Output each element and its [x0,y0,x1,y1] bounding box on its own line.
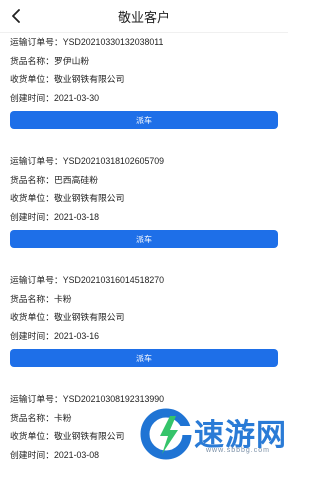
created-row: 创建时间：2021-03-16 [0,327,288,346]
order-no-value: YSD20210318102605709 [62,156,165,166]
order-no-label: 运输订单号： [10,156,63,166]
dispatch-button[interactable]: 派车 [10,349,278,367]
created-value: 2021-03-30 [54,92,99,103]
goods-value: 卡粉 [54,293,72,304]
created-value: 2021-03-16 [54,330,99,341]
action-wrap: 派车 [0,345,288,373]
goods-value: 罗伊山粉 [54,55,90,66]
goods-row: 货品名称：罗伊山粉 [0,52,288,71]
order-no-row: 运输订单号：YSD20210330132038011 [0,33,288,52]
order-card: 运输订单号：YSD20210318102605709 货品名称：巴西高硅粉 收货… [0,152,288,254]
created-value: 2021-03-08 [54,449,99,460]
goods-row: 货品名称：巴西高硅粉 [0,171,288,190]
created-label: 创建时间： [10,92,54,103]
action-wrap: 派车 [0,107,288,135]
created-row: 创建时间：2021-03-30 [0,89,288,108]
receiver-value: 敬业钢铁有限公司 [54,431,125,441]
created-label: 创建时间： [10,330,54,341]
order-no-value: YSD20210308192313990 [62,394,165,404]
receiver-value: 敬业钢铁有限公司 [54,74,125,84]
divider [0,254,288,271]
order-no-label: 运输订单号： [10,394,63,404]
goods-value: 卡粉 [54,412,72,423]
goods-label: 货品名称： [10,174,54,185]
receiver-label: 收货单位： [10,312,54,322]
goods-label: 货品名称： [10,412,54,423]
divider [0,135,288,152]
created-label: 创建时间： [10,211,54,222]
app-header: 敬业客户 [0,0,288,32]
receiver-row: 收货单位：敬业钢铁有限公司 [0,308,288,327]
receiver-row: 收货单位：敬业钢铁有限公司 [0,427,288,446]
order-no-label: 运输订单号： [10,37,63,47]
action-wrap: 派车 [0,226,288,254]
receiver-value: 敬业钢铁有限公司 [54,193,125,203]
created-value: 2021-03-18 [54,211,99,222]
order-card: 运输订单号：YSD20210330132038011 货品名称：罗伊山粉 收货单… [0,32,288,135]
receiver-label: 收货单位： [10,193,54,203]
order-no-value: YSD20210316014518270 [62,275,165,285]
order-no-row: 运输订单号：YSD20210308192313990 [0,390,288,409]
order-list: 运输订单号：YSD20210330132038011 货品名称：罗伊山粉 收货单… [0,32,288,464]
created-label: 创建时间： [10,449,54,460]
goods-row: 货品名称：卡粉 [0,290,288,309]
receiver-row: 收货单位：敬业钢铁有限公司 [0,70,288,89]
dispatch-button[interactable]: 派车 [10,230,278,248]
receiver-label: 收货单位： [10,74,54,84]
created-row: 创建时间：2021-03-08 [0,446,288,465]
divider [0,373,288,390]
order-no-row: 运输订单号：YSD20210318102605709 [0,152,288,171]
goods-row: 货品名称：卡粉 [0,409,288,428]
order-no-value: YSD20210330132038011 [62,37,164,47]
order-card: 运输订单号：YSD20210316014518270 货品名称：卡粉 收货单位：… [0,271,288,373]
dispatch-button[interactable]: 派车 [10,111,278,129]
order-no-label: 运输订单号： [10,275,63,285]
goods-label: 货品名称： [10,55,54,66]
receiver-value: 敬业钢铁有限公司 [54,312,125,322]
order-card: 运输订单号：YSD20210308192313990 货品名称：卡粉 收货单位：… [0,390,288,464]
created-row: 创建时间：2021-03-18 [0,208,288,227]
goods-value: 巴西高硅粉 [54,174,98,185]
chevron-left-icon [12,9,20,23]
goods-label: 货品名称： [10,293,54,304]
page-title: 敬业客户 [117,9,170,25]
back-button[interactable] [6,6,26,26]
receiver-row: 收货单位：敬业钢铁有限公司 [0,189,288,208]
receiver-label: 收货单位： [10,431,54,441]
order-no-row: 运输订单号：YSD20210316014518270 [0,271,288,290]
